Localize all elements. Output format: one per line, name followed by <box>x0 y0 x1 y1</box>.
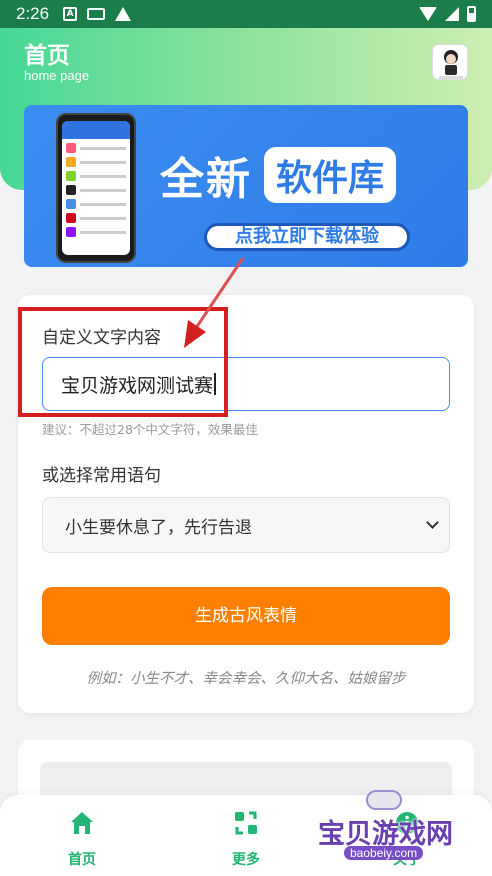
nav-item-more-label: 更多 <box>232 852 260 868</box>
notification-a-icon: A <box>63 7 78 21</box>
home-icon <box>71 812 93 834</box>
watermark-url: baobeiy.com <box>344 846 424 860</box>
page-subtitle: home page <box>24 68 90 83</box>
nav-item-more[interactable]: 更多 <box>201 809 291 869</box>
site-watermark: 宝贝游戏网 baobeiy.com <box>318 790 468 860</box>
status-time: 2:26 <box>16 4 50 23</box>
signal-icon <box>445 7 459 21</box>
wifi-icon <box>419 7 437 21</box>
common-phrase-select[interactable]: 小生要休息了，先行告退 <box>42 497 450 553</box>
phone-mockup-illustration <box>56 113 136 263</box>
battery-icon <box>467 6 476 22</box>
promo-banner[interactable]: 全新 软件库 点我立即下载体验 <box>24 105 468 267</box>
banner-title-pill: 软件库 <box>264 147 397 203</box>
common-phrase-label: 或选择常用语句 <box>42 466 161 486</box>
keyboard-icon <box>87 8 106 20</box>
generate-button[interactable]: 生成古风表情 <box>42 587 450 645</box>
gamepad-icon <box>366 790 402 810</box>
banner-download-button[interactable]: 点我立即下载体验 <box>204 223 410 251</box>
warning-icon <box>115 7 132 21</box>
banner-title-main: 全新 <box>160 154 252 205</box>
nav-item-home-label: 首页 <box>68 852 96 868</box>
refresh-swap-icon <box>235 811 257 835</box>
chevron-down-icon <box>426 516 439 529</box>
page-title: 首页 <box>24 42 70 68</box>
annotation-highlight-box <box>18 307 228 417</box>
avatar-character-icon <box>433 45 467 79</box>
common-phrase-value: 小生要休息了，先行告退 <box>65 517 252 538</box>
example-text: 例如：小生不才、幸会幸会、久仰大名、姑娘留步 <box>86 671 406 687</box>
status-bar: 2:26 A <box>0 0 492 28</box>
input-hint: 建议：不超过28个中文字符，效果最佳 <box>42 422 258 437</box>
nav-item-home[interactable]: 首页 <box>37 809 127 869</box>
avatar[interactable] <box>432 44 468 80</box>
